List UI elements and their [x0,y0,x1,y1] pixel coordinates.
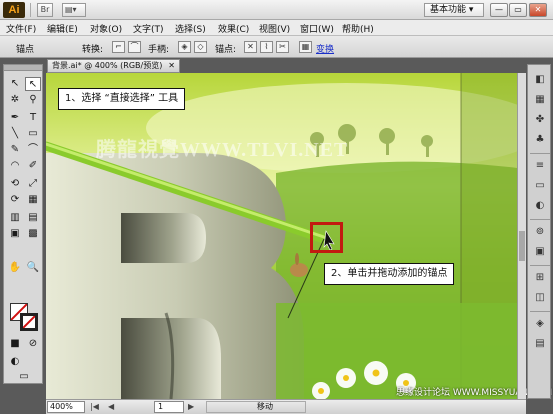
fill-stroke-swatches [10,303,40,333]
next-page-icon[interactable]: ▶ [188,402,194,411]
transform-icon[interactable]: ▦ [299,41,312,53]
rectangle-tool-icon[interactable]: ▭ [25,127,41,141]
arrange-documents-button[interactable]: ▤▾ [62,3,86,17]
direct-selection-tool-icon[interactable]: ↖ [25,77,41,91]
artboard-canvas[interactable] [46,73,517,399]
scale-tool-icon[interactable]: ⤢ [25,177,41,191]
divider [530,219,550,220]
divider [30,3,31,17]
vertical-scrollbar[interactable] [517,73,526,399]
application-bar: Ai Br ▤▾ 基本功能 ▾ — ▭ ✕ [0,0,553,20]
menu-help[interactable]: 帮助(H) [342,22,374,35]
convert-label: 转换: [82,45,104,55]
pencil-tool-icon[interactable]: ⌒ [25,143,41,157]
eyedropper-tool-icon[interactable]: ▣ [7,227,23,241]
status-bar: 400% |◀ ◀ 1 ▶ 移动 [46,399,526,414]
first-page-icon[interactable]: |◀ [90,402,99,411]
panel-grip[interactable] [4,65,42,71]
bridge-button[interactable]: Br [37,3,53,17]
anchors-label: 锚点: [215,45,237,55]
remove-anchor-icon[interactable]: ✕ [244,41,257,53]
align-panel-icon[interactable]: ⊞ [532,271,548,285]
mesh-tool-icon[interactable]: ▥ [7,211,23,225]
magic-wand-tool-icon[interactable]: ✲ [7,93,23,107]
selection-type-label: 锚点 [16,45,35,55]
zoom-tool-icon[interactable]: 🔍 [25,261,41,275]
menu-file[interactable]: 文件(F) [6,22,36,35]
page-field[interactable]: 1 [154,401,184,413]
anchor-highlight-box [310,222,343,253]
rotate-tool-icon[interactable]: ⟲ [7,177,23,191]
gradient-tool-icon[interactable]: ▤ [25,211,41,225]
layers-panel-icon[interactable]: ◈ [532,317,548,331]
brushes-panel-icon[interactable]: ✤ [532,113,548,127]
none-mode-icon[interactable]: ⊘ [25,337,41,351]
close-button[interactable]: ✕ [529,3,547,17]
pathfinder-panel-icon[interactable]: ◫ [532,291,548,305]
hand-tool-icon[interactable]: ✋ [7,261,23,275]
paintbrush-tool-icon[interactable]: ✎ [7,143,23,157]
blob-brush-tool-icon[interactable]: ◠ [7,159,23,173]
zoom-field[interactable]: 400% [47,401,85,413]
watermark: 腾龍視覺WWW.TLVI.NET [96,139,349,161]
convert-to-corner-icon[interactable]: ⌐ [112,41,125,53]
menu-window[interactable]: 窗口(W) [300,22,334,35]
document-tab-title: 背景.ai* @ 400% (RGB/预览) [52,61,163,70]
step1-callout: 1、选择 “直接选择” 工具 [58,88,186,110]
swatches-panel-icon[interactable]: ▦ [532,93,548,107]
type-tool-icon[interactable]: T [25,111,41,125]
gradient-panel-icon[interactable]: ▭ [532,179,548,193]
menu-type[interactable]: 文字(T) [133,22,164,35]
selection-tool-icon[interactable]: ↖ [7,77,23,91]
convert-to-smooth-icon[interactable]: ⌒ [128,41,141,53]
eraser-tool-icon[interactable]: ✐ [25,159,41,173]
right-panel-dock: ◧ ▦ ✤ ♣ ≡ ▭ ◐ ⊚ ▣ ⊞ ◫ ◈ ▤ [527,64,551,399]
menu-bar: 文件(F) 编辑(E) 对象(O) 文字(T) 选择(S) 效果(C) 视图(V… [0,20,553,36]
pen-tool-icon[interactable]: ✒ [7,111,23,125]
menu-object[interactable]: 对象(O) [90,22,122,35]
connect-anchors-icon[interactable]: ⌇ [260,41,273,53]
warp-tool-icon[interactable]: ⟳ [7,193,23,207]
stroke-swatch[interactable] [20,313,38,331]
prev-page-icon[interactable]: ◀ [108,402,114,411]
divider [530,265,550,266]
draw-mode-icon[interactable]: ◐ [7,355,23,369]
screen-mode-icon[interactable]: ▭ [16,370,32,384]
artboards-panel-icon[interactable]: ▤ [532,337,548,351]
divider [530,311,550,312]
control-bar: 锚点 转换: ⌐ ⌒ 手柄: ◈ ◇ 锚点: ✕ ⌇ ✂ ▦ 变换 [0,36,553,58]
cut-path-icon[interactable]: ✂ [276,41,289,53]
appearance-panel-icon[interactable]: ⊚ [532,225,548,239]
transform-link[interactable]: 变换 [316,42,334,55]
symbols-panel-icon[interactable]: ♣ [532,133,548,147]
color-panel-icon[interactable]: ◧ [532,73,548,87]
show-handles-icon[interactable]: ◈ [178,41,191,53]
hide-handles-icon[interactable]: ◇ [194,41,207,53]
handles-label: 手柄: [148,45,170,55]
document-tab[interactable]: 背景.ai* @ 400% (RGB/预览) ✕ [47,59,180,73]
minimize-button[interactable]: — [490,3,508,17]
free-transform-tool-icon[interactable]: ▦ [25,193,41,207]
lasso-tool-icon[interactable]: ⚲ [25,93,41,107]
menu-select[interactable]: 选择(S) [175,22,206,35]
blend-tool-icon[interactable]: ▩ [25,227,41,241]
graphic-styles-panel-icon[interactable]: ▣ [532,245,548,259]
menu-view[interactable]: 视图(V) [259,22,290,35]
line-tool-icon[interactable]: ╲ [7,127,23,141]
scroll-thumb[interactable] [519,231,525,261]
transparency-panel-icon[interactable]: ◐ [532,199,548,213]
stroke-panel-icon[interactable]: ≡ [532,159,548,173]
menu-effect[interactable]: 效果(C) [218,22,249,35]
maximize-button[interactable]: ▭ [509,3,527,17]
close-icon[interactable]: ✕ [168,60,175,72]
illustrator-logo: Ai [3,2,25,18]
artwork [46,73,517,399]
tools-panel: ↖ ↖ ✲ ⚲ ✒ T ╲ ▭ ✎ ⌒ ◠ ✐ ⟲ ⤢ ⟳ ▦ ▥ ▤ ▣ ▩ … [3,64,43,384]
menu-edit[interactable]: 编辑(E) [47,22,78,35]
workspace-switcher[interactable]: 基本功能 ▾ [424,3,484,17]
divider [530,153,550,154]
status-mode[interactable]: 移动 [206,401,306,413]
step2-callout: 2、单击并拖动添加的锚点 [324,263,455,285]
color-mode-icon[interactable]: ■ [7,337,23,351]
